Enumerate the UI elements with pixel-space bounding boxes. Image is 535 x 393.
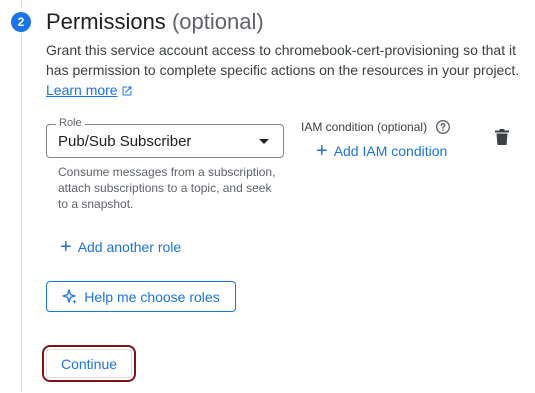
add-another-role-button[interactable]: + Add another role bbox=[60, 236, 182, 258]
add-iam-condition-label: Add IAM condition bbox=[333, 143, 448, 159]
learn-more-label: Learn more bbox=[46, 82, 118, 98]
step-number-badge: 2 bbox=[11, 12, 31, 32]
description-text: Grant this service account access to chr… bbox=[46, 42, 520, 78]
help-me-choose-roles-label: Help me choose roles bbox=[84, 288, 220, 305]
role-field-label: Role bbox=[56, 117, 85, 129]
section-title-optional: (optional) bbox=[171, 9, 264, 34]
learn-more-link[interactable]: Learn more bbox=[46, 82, 133, 98]
section-description: Grant this service account access to chr… bbox=[46, 40, 526, 100]
external-link-icon bbox=[122, 86, 132, 96]
continue-button[interactable]: Continue bbox=[46, 349, 132, 378]
iam-condition-label-text: IAM condition (optional) bbox=[301, 120, 428, 134]
role-description-hint: Consume messages from a subscription, at… bbox=[58, 165, 276, 211]
help-circle-icon[interactable] bbox=[435, 119, 451, 135]
sparkle-icon bbox=[62, 288, 77, 304]
plus-icon: + bbox=[316, 140, 328, 162]
dropdown-arrow-icon bbox=[259, 139, 269, 144]
plus-icon: + bbox=[60, 236, 72, 258]
section-title-text: Permissions bbox=[46, 9, 166, 34]
step-connector-top bbox=[21, 0, 22, 8]
help-me-choose-roles-button[interactable]: Help me choose roles bbox=[46, 281, 236, 312]
continue-label: Continue bbox=[60, 355, 118, 372]
role-select[interactable]: Role Pub/Sub Subscriber bbox=[46, 117, 284, 158]
add-iam-condition-button[interactable]: + Add IAM condition bbox=[316, 140, 448, 162]
section-title: Permissions (optional) bbox=[46, 8, 264, 36]
iam-condition-label: IAM condition (optional) bbox=[301, 119, 451, 135]
role-selected-value: Pub/Sub Subscriber bbox=[58, 133, 192, 150]
trash-icon[interactable] bbox=[495, 129, 509, 145]
step-connector bbox=[21, 34, 22, 392]
add-another-role-label: Add another role bbox=[77, 239, 182, 255]
